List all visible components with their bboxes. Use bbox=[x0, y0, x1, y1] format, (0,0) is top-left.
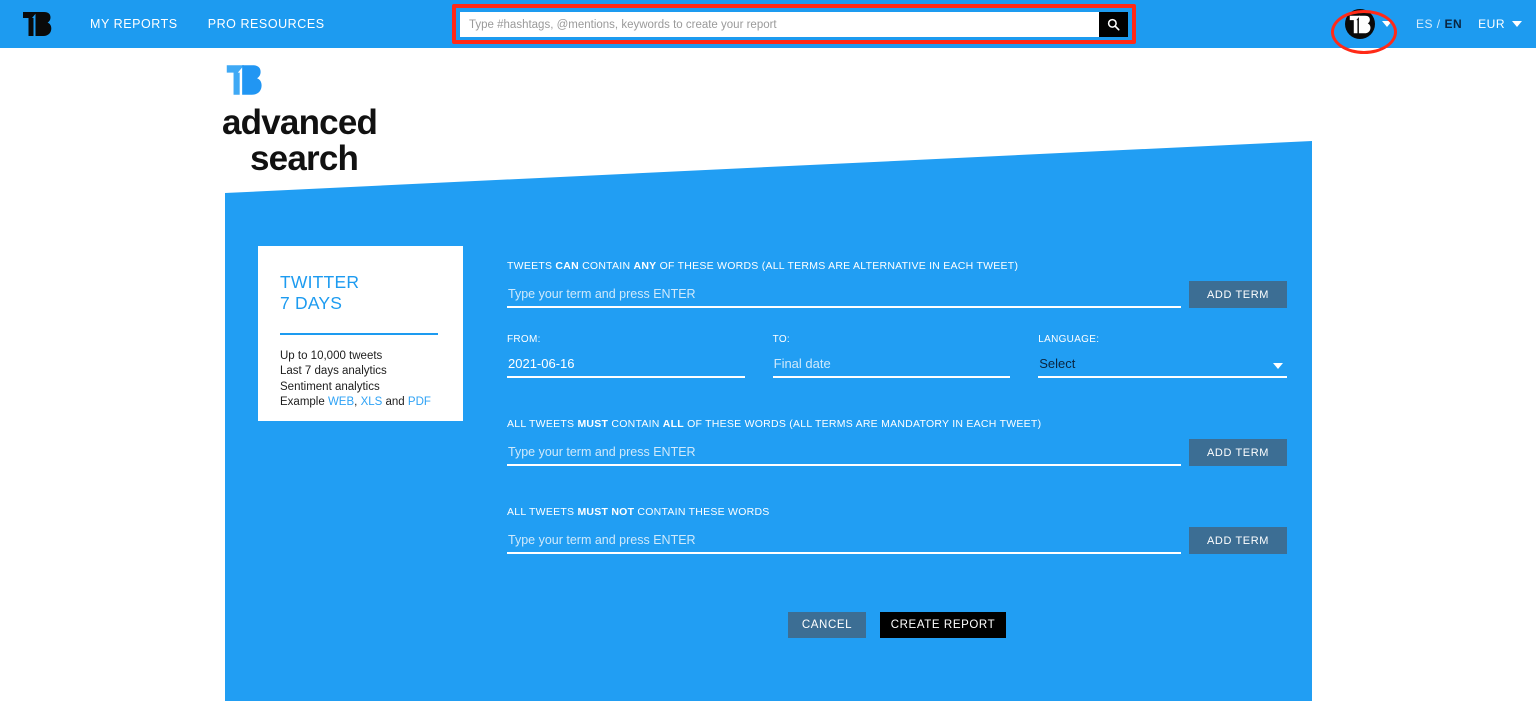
must-term-row: ADD TERM bbox=[507, 439, 1287, 466]
tb-avatar-icon[interactable] bbox=[1344, 9, 1375, 39]
blue-panel: TWITTER 7 DAYS Up to 10,000 tweets Last … bbox=[0, 130, 1536, 701]
page-root: MY REPORTS PRO RESOURCES Type #hashtags,… bbox=[0, 0, 1536, 701]
label-mustnot-words: ALL TWEETS MUST NOT CONTAIN THESE WORDS bbox=[507, 506, 1287, 518]
account-menu[interactable] bbox=[1330, 9, 1400, 54]
mustnot-input-wrap bbox=[507, 531, 1181, 554]
list-item-example: Example WEB, XLS and PDF bbox=[280, 395, 441, 409]
must-input-wrap bbox=[507, 443, 1181, 466]
mustnot-term-input[interactable] bbox=[507, 531, 1181, 554]
form-actions: CANCEL CREATE REPORT bbox=[507, 612, 1287, 638]
top-header: MY REPORTS PRO RESOURCES Type #hashtags,… bbox=[0, 0, 1536, 54]
label-must-b1: MUST bbox=[577, 418, 609, 430]
language-option-en[interactable]: EN bbox=[1444, 17, 1462, 31]
list-item: Up to 10,000 tweets bbox=[280, 349, 383, 362]
label-mustnot-b1: MUST NOT bbox=[577, 506, 635, 518]
plan-title-line2: 7 DAYS bbox=[280, 292, 343, 313]
header-search bbox=[452, 4, 1136, 44]
section-date-language: FROM: TO: LANGUAGE: bbox=[507, 334, 1288, 378]
nav-my-reports[interactable]: MY REPORTS bbox=[90, 17, 178, 31]
label-any-b1: CAN bbox=[555, 260, 579, 272]
language-select[interactable] bbox=[1038, 355, 1288, 378]
plan-info-card: TWITTER 7 DAYS Up to 10,000 tweets Last … bbox=[258, 246, 463, 421]
language-switcher[interactable]: ES / EN bbox=[1416, 17, 1462, 31]
label-any-p1: TWEETS bbox=[507, 260, 556, 272]
example-link-xls[interactable]: XLS bbox=[361, 396, 383, 408]
from-field-group: FROM: bbox=[507, 334, 745, 378]
advanced-search-tb-icon bbox=[222, 64, 266, 96]
language-select-wrap bbox=[1038, 355, 1288, 378]
add-term-button-must[interactable]: ADD TERM bbox=[1189, 439, 1287, 466]
label-mustnot-p2: CONTAIN THESE WORDS bbox=[634, 506, 770, 518]
label-must-words: ALL TWEETS MUST CONTAIN ALL OF THESE WOR… bbox=[507, 418, 1287, 430]
plan-divider bbox=[280, 333, 438, 335]
any-term-input[interactable] bbox=[507, 285, 1181, 308]
to-field-group: TO: bbox=[772, 334, 1011, 378]
label-any-p3: OF THESE WORDS (ALL TERMS ARE ALTERNATIV… bbox=[656, 260, 1019, 272]
account-chevron-down-icon[interactable] bbox=[1381, 21, 1392, 27]
label-must-p2: CONTAIN bbox=[608, 418, 663, 430]
any-term-row: ADD TERM bbox=[507, 281, 1287, 308]
panel-content: TWITTER 7 DAYS Up to 10,000 tweets Last … bbox=[0, 130, 1536, 701]
language-separator: / bbox=[1436, 17, 1441, 31]
label-any-p2: CONTAIN bbox=[578, 260, 634, 272]
list-item: Sentiment analytics bbox=[280, 380, 380, 393]
cancel-button[interactable]: CANCEL bbox=[788, 612, 866, 638]
label-to: TO: bbox=[772, 334, 791, 345]
search-submit-button[interactable] bbox=[1099, 12, 1128, 37]
from-date-input[interactable] bbox=[507, 355, 745, 378]
plan-title: TWITTER 7 DAYS bbox=[280, 272, 441, 313]
section-any-words: TWEETS CAN CONTAIN ANY OF THESE WORDS (A… bbox=[507, 260, 1287, 308]
language-option-es[interactable]: ES bbox=[1416, 17, 1433, 31]
label-any-words: TWEETS CAN CONTAIN ANY OF THESE WORDS (A… bbox=[507, 260, 1287, 272]
advanced-search-form: TWEETS CAN CONTAIN ANY OF THESE WORDS (A… bbox=[507, 260, 1288, 638]
search-input[interactable] bbox=[460, 12, 1099, 37]
create-report-button[interactable]: CREATE REPORT bbox=[880, 612, 1006, 638]
example-link-web[interactable]: WEB bbox=[328, 396, 354, 408]
label-any-b2: ANY bbox=[633, 260, 657, 272]
add-term-button-mustnot[interactable]: ADD TERM bbox=[1189, 527, 1287, 554]
section-mustnot-words: ALL TWEETS MUST NOT CONTAIN THESE WORDS … bbox=[507, 506, 1287, 554]
label-mustnot-p1: ALL TWEETS bbox=[507, 506, 578, 518]
any-input-wrap bbox=[507, 285, 1181, 308]
search-icon bbox=[1107, 18, 1120, 31]
must-term-input[interactable] bbox=[507, 443, 1181, 466]
nav-pro-resources[interactable]: PRO RESOURCES bbox=[208, 17, 325, 31]
search-field-group bbox=[460, 12, 1128, 37]
label-language: LANGUAGE: bbox=[1038, 334, 1100, 345]
mustnot-term-row: ADD TERM bbox=[507, 527, 1287, 554]
list-item: Last 7 days analytics bbox=[280, 365, 387, 378]
example-prefix: Example bbox=[280, 396, 325, 409]
label-must-b2: ALL bbox=[662, 418, 684, 430]
currency-label: EUR bbox=[1478, 17, 1505, 31]
header-right-controls: ES / EN EUR bbox=[1330, 0, 1522, 54]
language-field-group: LANGUAGE: bbox=[1038, 334, 1288, 378]
main-nav: MY REPORTS PRO RESOURCES bbox=[90, 17, 325, 31]
example-link-pdf[interactable]: PDF bbox=[408, 396, 431, 408]
add-term-button-any[interactable]: ADD TERM bbox=[1189, 281, 1287, 308]
currency-switcher[interactable]: EUR bbox=[1478, 17, 1522, 31]
section-must-words: ALL TWEETS MUST CONTAIN ALL OF THESE WOR… bbox=[507, 418, 1287, 466]
example-and: and bbox=[385, 396, 405, 409]
label-must-p3: OF THESE WORDS (ALL TERMS ARE MANDATORY … bbox=[683, 418, 1042, 430]
example-sep: , bbox=[354, 396, 358, 409]
label-from: FROM: bbox=[507, 334, 541, 345]
plan-title-line1: TWITTER bbox=[280, 272, 360, 292]
plan-feature-list: Up to 10,000 tweets Last 7 days analytic… bbox=[280, 349, 441, 410]
tb-logo-icon[interactable] bbox=[22, 11, 52, 37]
to-date-input[interactable] bbox=[772, 355, 1011, 378]
label-must-p1: ALL TWEETS bbox=[507, 418, 578, 430]
currency-chevron-down-icon[interactable] bbox=[1512, 21, 1522, 27]
